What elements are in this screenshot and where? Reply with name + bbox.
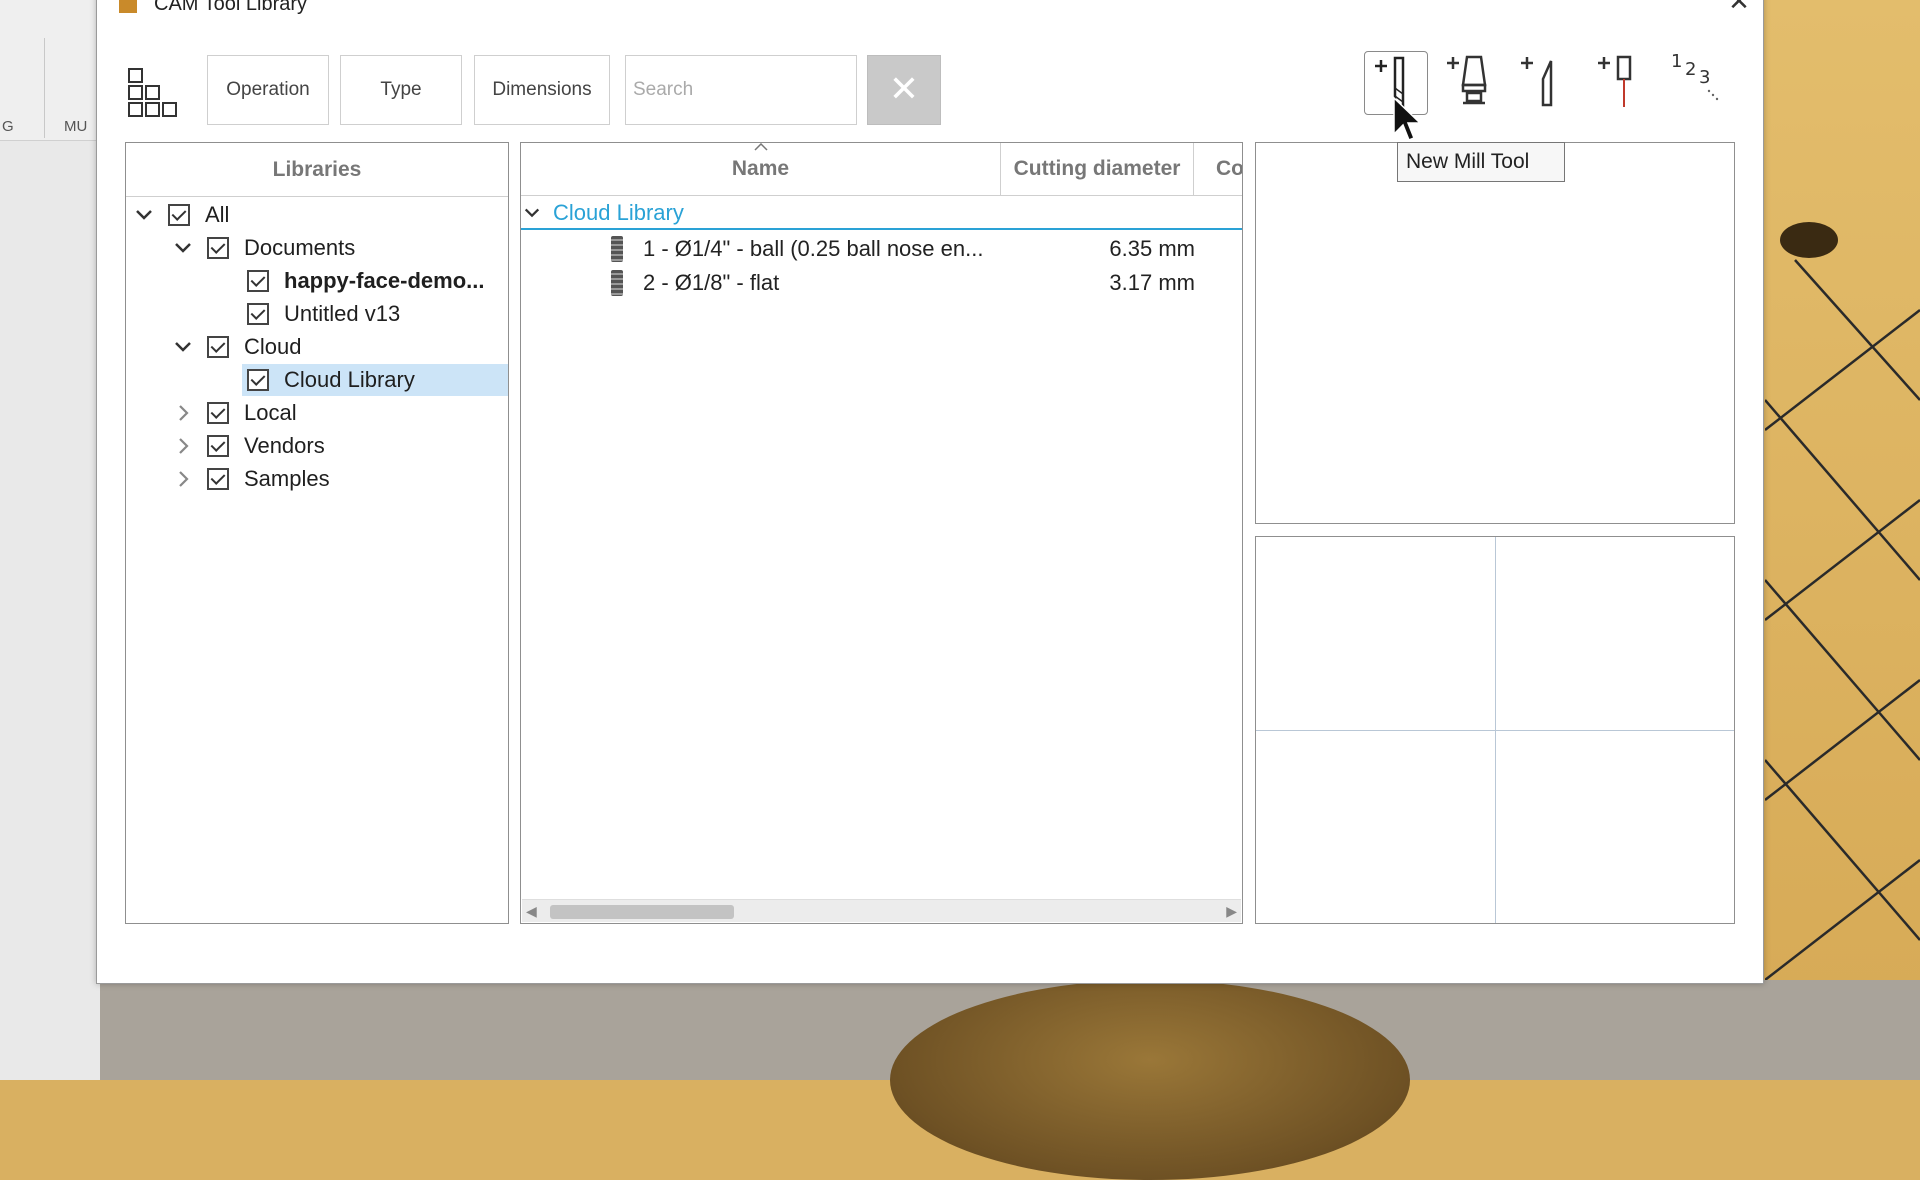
grid-lines	[1765, 259, 1920, 981]
close-button[interactable]: ✕	[1725, 0, 1753, 17]
chevron-right-icon[interactable]	[173, 403, 193, 423]
scrollbar-thumb[interactable]	[550, 905, 734, 919]
chevron-down-icon[interactable]	[173, 337, 193, 357]
dimensions-filter-button[interactable]: Dimensions	[474, 55, 610, 125]
renumber-icon[interactable]: 123	[1669, 51, 1731, 113]
chevron-down-icon[interactable]	[134, 205, 154, 225]
column-header-name[interactable]: Name	[521, 143, 1001, 196]
column-header-cutting-diameter[interactable]: Cutting diameter	[1001, 143, 1194, 196]
tree-item-cloud[interactable]: Cloud	[173, 331, 503, 363]
libraries-panel: Libraries All Documents happy-face-demo.…	[125, 142, 509, 924]
tree-label: All	[205, 202, 230, 227]
tool-preview-panel	[1255, 142, 1735, 524]
tree-item-happy-face-demo[interactable]: happy-face-demo...	[247, 265, 505, 297]
group-row-cloud-library[interactable]: Cloud Library	[521, 198, 1242, 230]
tool-views-panel	[1255, 536, 1735, 924]
clear-search-button[interactable]: ✕	[867, 55, 941, 125]
side-label-g: G	[2, 118, 14, 135]
tree-label: happy-face-demo...	[284, 268, 485, 293]
app-icon	[119, 0, 137, 13]
tree-label: Vendors	[244, 433, 325, 458]
checkbox-local[interactable]	[207, 402, 229, 424]
svg-text:3: 3	[1699, 67, 1710, 88]
dialog-title: CAM Tool Library	[154, 0, 308, 15]
chevron-down-icon[interactable]	[173, 238, 193, 258]
checkbox-all[interactable]	[168, 204, 190, 226]
mill-tool-icon	[611, 270, 623, 296]
column-label: Cutting diameter	[1013, 157, 1181, 180]
tree-item-samples[interactable]: Samples	[173, 463, 503, 495]
tree-label: Samples	[244, 466, 330, 491]
tool-name: 2 - Ø1/8" - flat	[643, 270, 780, 295]
view-divider-horizontal	[1256, 730, 1734, 731]
title-bar[interactable]: CAM Tool Library ✕	[97, 0, 1763, 21]
group-label: Cloud Library	[553, 200, 684, 225]
tool-diameter: 3.17 mm	[1109, 270, 1195, 295]
table-row[interactable]: 2 - Ø1/8" - flat 3.17 mm	[521, 266, 1242, 300]
new-turning-tool-icon[interactable]	[1517, 51, 1579, 113]
chevron-right-icon[interactable]	[173, 469, 193, 489]
model-knob	[890, 980, 1410, 1180]
type-filter-button[interactable]: Type	[340, 55, 462, 125]
svg-text:2: 2	[1685, 59, 1696, 80]
app-side-strip: G MU	[0, 0, 100, 1080]
library-grid-icon[interactable]	[127, 67, 179, 119]
checkbox-vendors[interactable]	[207, 435, 229, 457]
tree-label: Cloud Library	[284, 367, 415, 392]
checkbox-untitled-v13[interactable]	[247, 303, 269, 325]
checkbox-documents[interactable]	[207, 237, 229, 259]
checkbox-cloud[interactable]	[207, 336, 229, 358]
table-row[interactable]: 1 - Ø1/4" - ball (0.25 ball nose en... 6…	[521, 232, 1242, 266]
tree-item-local[interactable]: Local	[173, 397, 503, 429]
side-label-mu: MU	[64, 118, 88, 135]
checkbox-cloud-library[interactable]	[247, 369, 269, 391]
search-input[interactable]: Search	[625, 55, 857, 125]
checkbox-happy-face-demo[interactable]	[247, 270, 269, 292]
tree-item-cloud-library[interactable]: Cloud Library	[242, 364, 508, 396]
column-label: Name	[731, 157, 790, 180]
operation-filter-button[interactable]: Operation	[207, 55, 329, 125]
tree-item-vendors[interactable]: Vendors	[173, 430, 503, 462]
tree-label: Untitled v13	[284, 301, 401, 326]
column-header-co[interactable]: Co	[1194, 143, 1242, 196]
horizontal-scrollbar[interactable]: ◀ ▶	[522, 899, 1241, 922]
chevron-right-icon[interactable]	[173, 436, 193, 456]
tree-item-documents[interactable]: Documents	[173, 232, 503, 264]
tool-diameter: 6.35 mm	[1109, 236, 1195, 261]
tree-item-untitled-v13[interactable]: Untitled v13	[247, 298, 505, 330]
checkbox-samples[interactable]	[207, 468, 229, 490]
scroll-left-icon[interactable]: ◀	[526, 903, 537, 920]
tool-name: 1 - Ø1/4" - ball (0.25 ball nose en...	[643, 236, 984, 261]
tooltip: New Mill Tool	[1397, 142, 1565, 182]
new-holder-icon[interactable]	[1443, 51, 1505, 113]
tree-item-all[interactable]: All	[134, 199, 504, 231]
tree-label: Cloud	[244, 334, 302, 359]
scroll-right-icon[interactable]: ▶	[1226, 903, 1237, 920]
svg-text:1: 1	[1671, 51, 1682, 72]
chevron-down-icon[interactable]	[523, 204, 541, 222]
sort-ascending-icon	[754, 143, 768, 151]
column-label: Co	[1216, 157, 1242, 180]
libraries-header: Libraries	[126, 143, 508, 197]
mouse-cursor-icon	[1393, 96, 1420, 141]
tools-table-panel: Name Cutting diameter Co Cloud Library 1…	[520, 142, 1243, 924]
tree-label: Local	[244, 400, 297, 425]
tree-label: Documents	[244, 235, 356, 260]
new-probe-icon[interactable]	[1594, 51, 1656, 113]
mill-tool-icon	[611, 236, 623, 262]
